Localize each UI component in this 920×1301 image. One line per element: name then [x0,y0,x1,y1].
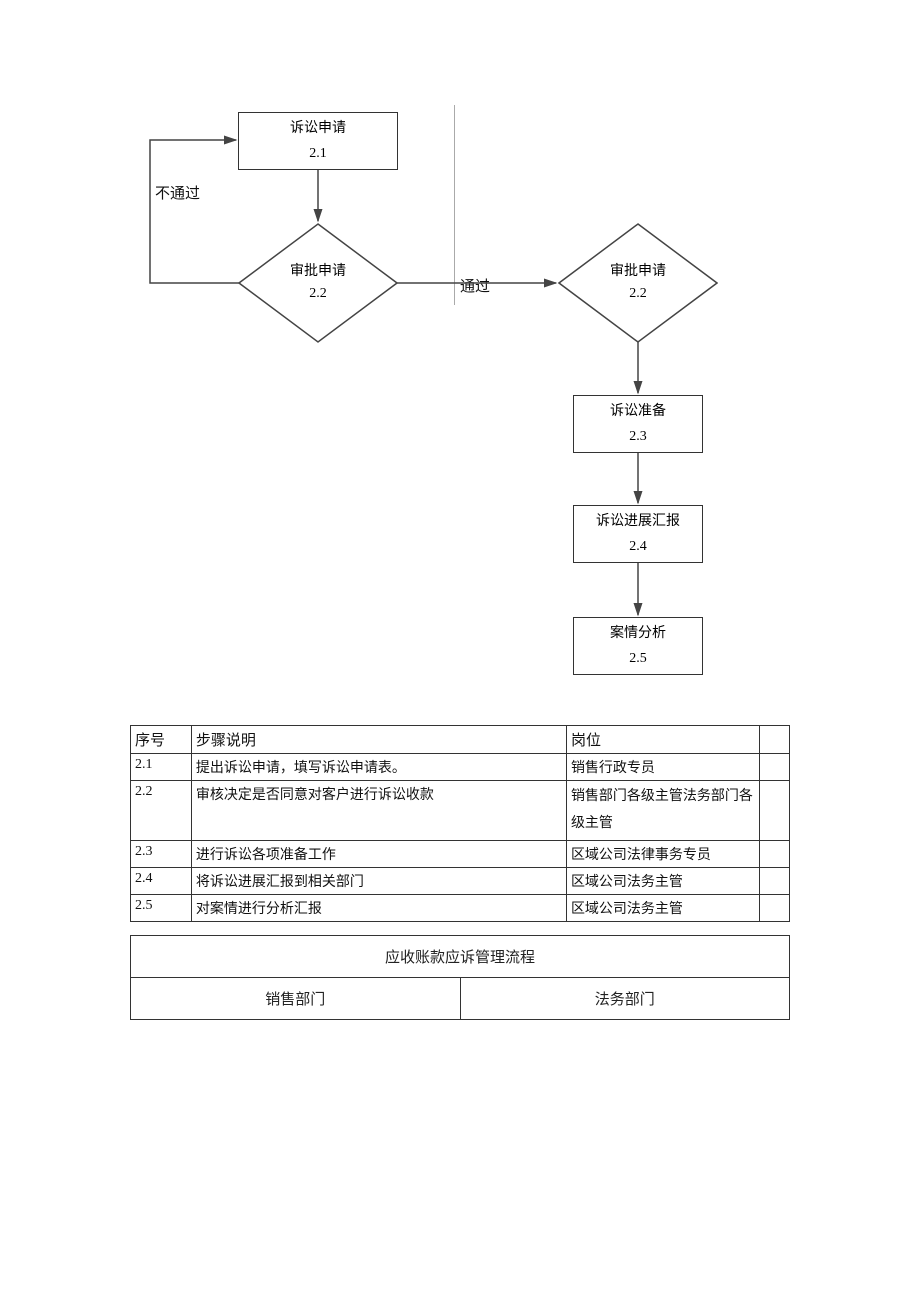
cell-role: 区域公司法务主管 [566,868,759,895]
steps-table: 序号 步骤说明 岗位 2.1 提出诉讼申请，填写诉讼申请表。 销售行政专员 2.… [130,725,790,922]
cell-num: 2.5 [131,895,192,922]
node-approve-b: 审批申请 2.2 [558,223,718,343]
col-role: 岗位 [566,726,759,754]
node-num: 2.5 [629,646,647,671]
node-title: 诉讼进展汇报 [596,509,680,534]
cell-desc: 进行诉讼各项准备工作 [191,841,566,868]
node-num: 2.2 [309,283,327,305]
depts-title-row: 应收账款应诉管理流程 [131,936,790,978]
node-num: 2.4 [629,534,647,559]
cell-blank [759,781,789,841]
dept-sales: 销售部门 [131,978,461,1020]
node-title: 案情分析 [610,621,666,646]
cell-role: 销售行政专员 [566,754,759,781]
node-num: 2.2 [629,283,647,305]
node-litigation-prep: 诉讼准备 2.3 [573,395,703,453]
flow-canvas: 诉讼申请 2.1 审批申请 2.2 审批申请 2.2 诉讼准备 2.3 诉讼进展… [0,0,920,1301]
table-row: 2.5 对案情进行分析汇报 区域公司法务主管 [131,895,790,922]
label-pass: 通过 [460,275,490,296]
col-blank [759,726,789,754]
cell-num: 2.1 [131,754,192,781]
node-case-analysis: 案情分析 2.5 [573,617,703,675]
table-row: 2.4 将诉讼进展汇报到相关部门 区域公司法务主管 [131,868,790,895]
node-title: 审批申请 [610,261,666,283]
cell-blank [759,868,789,895]
cell-desc: 将诉讼进展汇报到相关部门 [191,868,566,895]
table-row: 2.1 提出诉讼申请，填写诉讼申请表。 销售行政专员 [131,754,790,781]
col-desc: 步骤说明 [191,726,566,754]
cell-desc: 对案情进行分析汇报 [191,895,566,922]
cell-role: 销售部门各级主管法务部门各级主管 [566,781,759,841]
table-row: 2.2 审核决定是否同意对客户进行诉讼收款 销售部门各级主管法务部门各级主管 [131,781,790,841]
cell-num: 2.3 [131,841,192,868]
node-title: 诉讼申请 [290,116,346,141]
lane-divider [454,105,455,305]
table-header-row: 序号 步骤说明 岗位 [131,726,790,754]
node-num: 2.3 [629,424,647,449]
cell-num: 2.4 [131,868,192,895]
dept-legal: 法务部门 [460,978,790,1020]
cell-blank [759,841,789,868]
node-litigation-apply: 诉讼申请 2.1 [238,112,398,170]
depts-table: 应收账款应诉管理流程 销售部门 法务部门 [130,935,790,1020]
depts-title: 应收账款应诉管理流程 [131,936,790,978]
node-title: 审批申请 [290,261,346,283]
cell-desc: 审核决定是否同意对客户进行诉讼收款 [191,781,566,841]
node-approve-a: 审批申请 2.2 [238,223,398,343]
arrows-layer [0,0,920,730]
table-row: 2.3 进行诉讼各项准备工作 区域公司法律事务专员 [131,841,790,868]
label-fail: 不通过 [155,182,200,203]
depts-cols-row: 销售部门 法务部门 [131,978,790,1020]
cell-blank [759,754,789,781]
cell-role: 区域公司法律事务专员 [566,841,759,868]
node-progress-report: 诉讼进展汇报 2.4 [573,505,703,563]
cell-blank [759,895,789,922]
node-num: 2.1 [309,141,327,166]
cell-num: 2.2 [131,781,192,841]
cell-role: 区域公司法务主管 [566,895,759,922]
col-num: 序号 [131,726,192,754]
node-title: 诉讼准备 [610,399,666,424]
cell-desc: 提出诉讼申请，填写诉讼申请表。 [191,754,566,781]
